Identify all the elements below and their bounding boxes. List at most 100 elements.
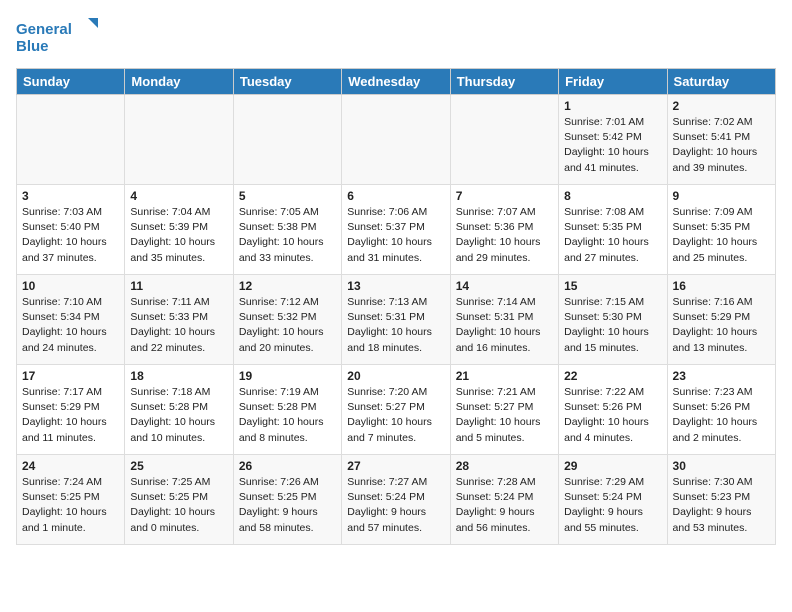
svg-text:General: General [16, 21, 72, 38]
header-cell-monday: Monday [125, 69, 233, 95]
day-number: 10 [22, 279, 119, 293]
calendar-cell: 21Sunrise: 7:21 AM Sunset: 5:27 PM Dayli… [450, 365, 558, 455]
day-number: 6 [347, 189, 444, 203]
day-number: 18 [130, 369, 227, 383]
calendar-cell: 24Sunrise: 7:24 AM Sunset: 5:25 PM Dayli… [17, 455, 125, 545]
calendar-cell: 27 Sunrise: 7:27 AM Sunset: 5:24 PM Dayli… [342, 455, 450, 545]
calendar-body: 1 Sunrise: 7:01 AM Sunset: 5:42 PM Daylig… [17, 95, 776, 545]
day-info: Sunrise: 7:05 AM Sunset: 5:38 PM Dayligh… [239, 205, 336, 266]
day-number: 28 [456, 459, 553, 473]
header-cell-tuesday: Tuesday [233, 69, 341, 95]
page-header: General Blue [16, 16, 776, 56]
day-info: Sunrise: 7:14 AM Sunset: 5:31 PM Dayligh… [456, 295, 553, 356]
calendar-cell: 3 Sunrise: 7:03 AM Sunset: 5:40 PM Daylig… [17, 185, 125, 275]
calendar-cell [233, 95, 341, 185]
calendar-header: SundayMondayTuesdayWednesdayThursdayFrid… [17, 69, 776, 95]
day-number: 19 [239, 369, 336, 383]
day-number: 2 [673, 99, 770, 113]
day-info: Sunrise: 7:30 AM Sunset: 5:23 PM Dayligh… [673, 475, 770, 536]
header-row: SundayMondayTuesdayWednesdayThursdayFrid… [17, 69, 776, 95]
calendar-cell: 9 Sunrise: 7:09 AM Sunset: 5:35 PM Daylig… [667, 185, 775, 275]
day-info: Sunrise: 7:23 AM Sunset: 5:26 PM Dayligh… [673, 385, 770, 446]
calendar-cell: 6Sunrise: 7:06 AM Sunset: 5:37 PM Daylig… [342, 185, 450, 275]
day-info: Sunrise: 7:17 AM Sunset: 5:29 PM Dayligh… [22, 385, 119, 446]
calendar-cell: 28 Sunrise: 7:28 AM Sunset: 5:24 PM Dayli… [450, 455, 558, 545]
day-number: 12 [239, 279, 336, 293]
day-number: 13 [347, 279, 444, 293]
day-number: 27 [347, 459, 444, 473]
day-number: 23 [673, 369, 770, 383]
day-info: Sunrise: 7:25 AM Sunset: 5:25 PM Dayligh… [130, 475, 227, 536]
day-number: 11 [130, 279, 227, 293]
day-number: 9 [673, 189, 770, 203]
calendar-cell: 20Sunrise: 7:20 AM Sunset: 5:27 PM Dayli… [342, 365, 450, 455]
day-number: 3 [22, 189, 119, 203]
day-info: Sunrise: 7:08 AM Sunset: 5:35 PM Dayligh… [564, 205, 661, 266]
day-info: Sunrise: 7:04 AM Sunset: 5:39 PM Dayligh… [130, 205, 227, 266]
day-number: 5 [239, 189, 336, 203]
calendar-cell: 25 Sunrise: 7:25 AM Sunset: 5:25 PM Dayli… [125, 455, 233, 545]
header-cell-wednesday: Wednesday [342, 69, 450, 95]
day-number: 25 [130, 459, 227, 473]
day-number: 8 [564, 189, 661, 203]
day-info: Sunrise: 7:19 AM Sunset: 5:28 PM Dayligh… [239, 385, 336, 446]
day-info: Sunrise: 7:01 AM Sunset: 5:42 PM Dayligh… [564, 115, 661, 176]
calendar-cell: 14 Sunrise: 7:14 AM Sunset: 5:31 PM Dayli… [450, 275, 558, 365]
calendar-cell: 8 Sunrise: 7:08 AM Sunset: 5:35 PM Daylig… [559, 185, 667, 275]
day-number: 4 [130, 189, 227, 203]
day-number: 30 [673, 459, 770, 473]
day-info: Sunrise: 7:12 AM Sunset: 5:32 PM Dayligh… [239, 295, 336, 356]
day-number: 20 [347, 369, 444, 383]
calendar-cell: 11 Sunrise: 7:11 AM Sunset: 5:33 PM Dayli… [125, 275, 233, 365]
header-cell-friday: Friday [559, 69, 667, 95]
calendar-cell [125, 95, 233, 185]
calendar-cell: 30 Sunrise: 7:30 AM Sunset: 5:23 PM Dayli… [667, 455, 775, 545]
calendar-cell: 5 Sunrise: 7:05 AM Sunset: 5:38 PM Daylig… [233, 185, 341, 275]
calendar-cell: 13 Sunrise: 7:13 AM Sunset: 5:31 PM Dayli… [342, 275, 450, 365]
day-info: Sunrise: 7:03 AM Sunset: 5:40 PM Dayligh… [22, 205, 119, 266]
calendar-cell: 23 Sunrise: 7:23 AM Sunset: 5:26 PM Dayli… [667, 365, 775, 455]
day-info: Sunrise: 7:02 AM Sunset: 5:41 PM Dayligh… [673, 115, 770, 176]
week-row-2: 10Sunrise: 7:10 AM Sunset: 5:34 PM Dayli… [17, 275, 776, 365]
day-info: Sunrise: 7:27 AM Sunset: 5:24 PM Dayligh… [347, 475, 444, 536]
calendar-cell: 10Sunrise: 7:10 AM Sunset: 5:34 PM Dayli… [17, 275, 125, 365]
day-info: Sunrise: 7:11 AM Sunset: 5:33 PM Dayligh… [130, 295, 227, 356]
calendar-cell: 4 Sunrise: 7:04 AM Sunset: 5:39 PM Daylig… [125, 185, 233, 275]
calendar-cell: 18 Sunrise: 7:18 AM Sunset: 5:28 PM Dayli… [125, 365, 233, 455]
header-cell-thursday: Thursday [450, 69, 558, 95]
calendar-cell: 17Sunrise: 7:17 AM Sunset: 5:29 PM Dayli… [17, 365, 125, 455]
header-cell-saturday: Saturday [667, 69, 775, 95]
calendar-cell [342, 95, 450, 185]
logo: General Blue [16, 16, 106, 56]
calendar-cell [450, 95, 558, 185]
day-info: Sunrise: 7:13 AM Sunset: 5:31 PM Dayligh… [347, 295, 444, 356]
calendar-cell: 22Sunrise: 7:22 AM Sunset: 5:26 PM Dayli… [559, 365, 667, 455]
calendar-cell: 15Sunrise: 7:15 AM Sunset: 5:30 PM Dayli… [559, 275, 667, 365]
day-info: Sunrise: 7:28 AM Sunset: 5:24 PM Dayligh… [456, 475, 553, 536]
week-row-4: 24Sunrise: 7:24 AM Sunset: 5:25 PM Dayli… [17, 455, 776, 545]
calendar-cell: 2 Sunrise: 7:02 AM Sunset: 5:41 PM Daylig… [667, 95, 775, 185]
day-info: Sunrise: 7:29 AM Sunset: 5:24 PM Dayligh… [564, 475, 661, 536]
calendar-cell: 19 Sunrise: 7:19 AM Sunset: 5:28 PM Dayli… [233, 365, 341, 455]
week-row-0: 1 Sunrise: 7:01 AM Sunset: 5:42 PM Daylig… [17, 95, 776, 185]
day-number: 14 [456, 279, 553, 293]
calendar-cell: 29Sunrise: 7:29 AM Sunset: 5:24 PM Dayli… [559, 455, 667, 545]
day-info: Sunrise: 7:16 AM Sunset: 5:29 PM Dayligh… [673, 295, 770, 356]
day-info: Sunrise: 7:07 AM Sunset: 5:36 PM Dayligh… [456, 205, 553, 266]
calendar-cell: 7 Sunrise: 7:07 AM Sunset: 5:36 PM Daylig… [450, 185, 558, 275]
calendar-cell: 26Sunrise: 7:26 AM Sunset: 5:25 PM Dayli… [233, 455, 341, 545]
calendar-cell: 16 Sunrise: 7:16 AM Sunset: 5:29 PM Dayli… [667, 275, 775, 365]
day-number: 7 [456, 189, 553, 203]
day-info: Sunrise: 7:09 AM Sunset: 5:35 PM Dayligh… [673, 205, 770, 266]
day-number: 16 [673, 279, 770, 293]
day-number: 1 [564, 99, 661, 113]
day-info: Sunrise: 7:21 AM Sunset: 5:27 PM Dayligh… [456, 385, 553, 446]
day-info: Sunrise: 7:18 AM Sunset: 5:28 PM Dayligh… [130, 385, 227, 446]
calendar-table: SundayMondayTuesdayWednesdayThursdayFrid… [16, 68, 776, 545]
week-row-3: 17Sunrise: 7:17 AM Sunset: 5:29 PM Dayli… [17, 365, 776, 455]
day-info: Sunrise: 7:26 AM Sunset: 5:25 PM Dayligh… [239, 475, 336, 536]
day-info: Sunrise: 7:15 AM Sunset: 5:30 PM Dayligh… [564, 295, 661, 356]
svg-text:Blue: Blue [16, 38, 49, 55]
calendar-cell [17, 95, 125, 185]
logo-svg: General Blue [16, 16, 106, 56]
